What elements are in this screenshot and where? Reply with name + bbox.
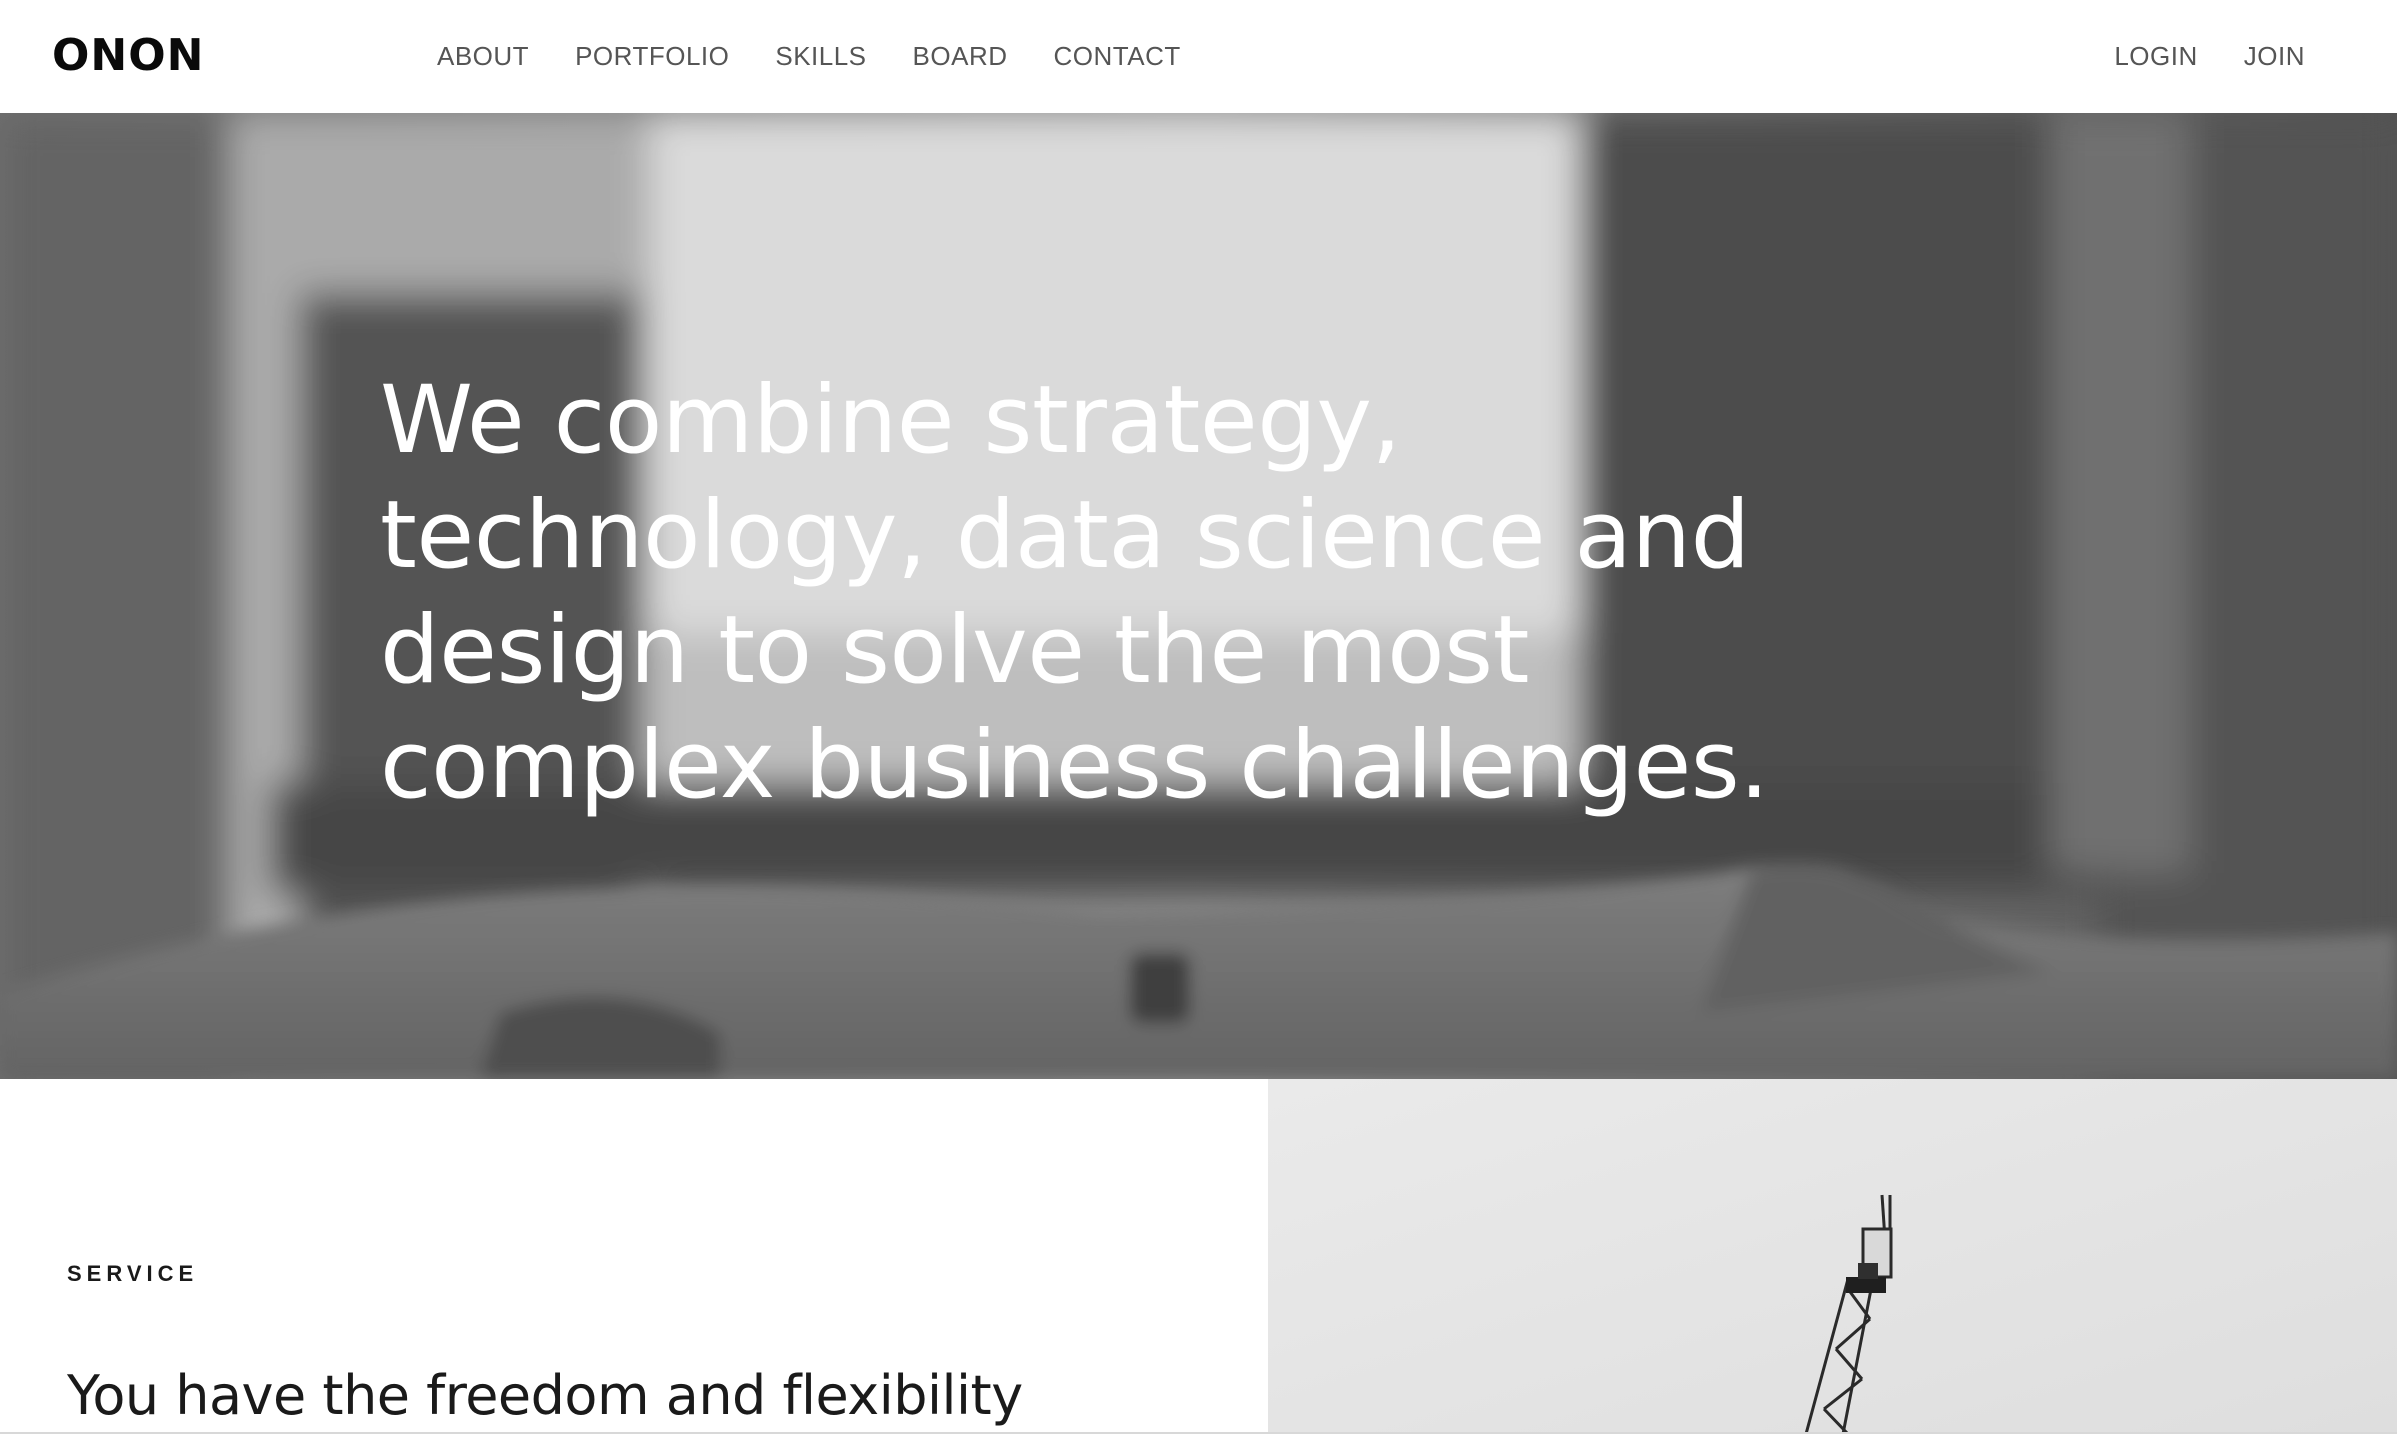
main-nav: ABOUT PORTFOLIO SKILLS BOARD CONTACT: [437, 36, 1227, 76]
hero-line-2: technology, data science and: [380, 481, 1750, 590]
service-image: [1268, 1079, 2397, 1434]
hero-line-3: design to solve the most: [380, 596, 1529, 705]
site-logo[interactable]: ONON: [52, 26, 204, 86]
service-heading: You have the freedom and flexibility: [67, 1364, 1023, 1427]
hero-line-1: We combine strategy,: [380, 366, 1401, 475]
hero-line-4: complex business challenges.: [380, 711, 1769, 820]
hero-headline: We combine strategy, technology, data sc…: [380, 363, 1880, 823]
nav-board[interactable]: BOARD: [913, 36, 1008, 76]
nav-portfolio[interactable]: PORTFOLIO: [575, 36, 729, 76]
join-link[interactable]: JOIN: [2244, 36, 2305, 76]
login-link[interactable]: LOGIN: [2114, 36, 2197, 76]
crane-photo: [1268, 1079, 2397, 1434]
service-label: SERVICE: [67, 1261, 199, 1286]
site-header: ONON ABOUT PORTFOLIO SKILLS BOARD CONTAC…: [0, 0, 2397, 113]
nav-about[interactable]: ABOUT: [437, 36, 529, 76]
nav-skills[interactable]: SKILLS: [775, 36, 866, 76]
auth-links: LOGIN JOIN: [2068, 36, 2305, 76]
hero-section: We combine strategy, technology, data sc…: [0, 113, 2397, 1079]
nav-contact[interactable]: CONTACT: [1054, 36, 1181, 76]
